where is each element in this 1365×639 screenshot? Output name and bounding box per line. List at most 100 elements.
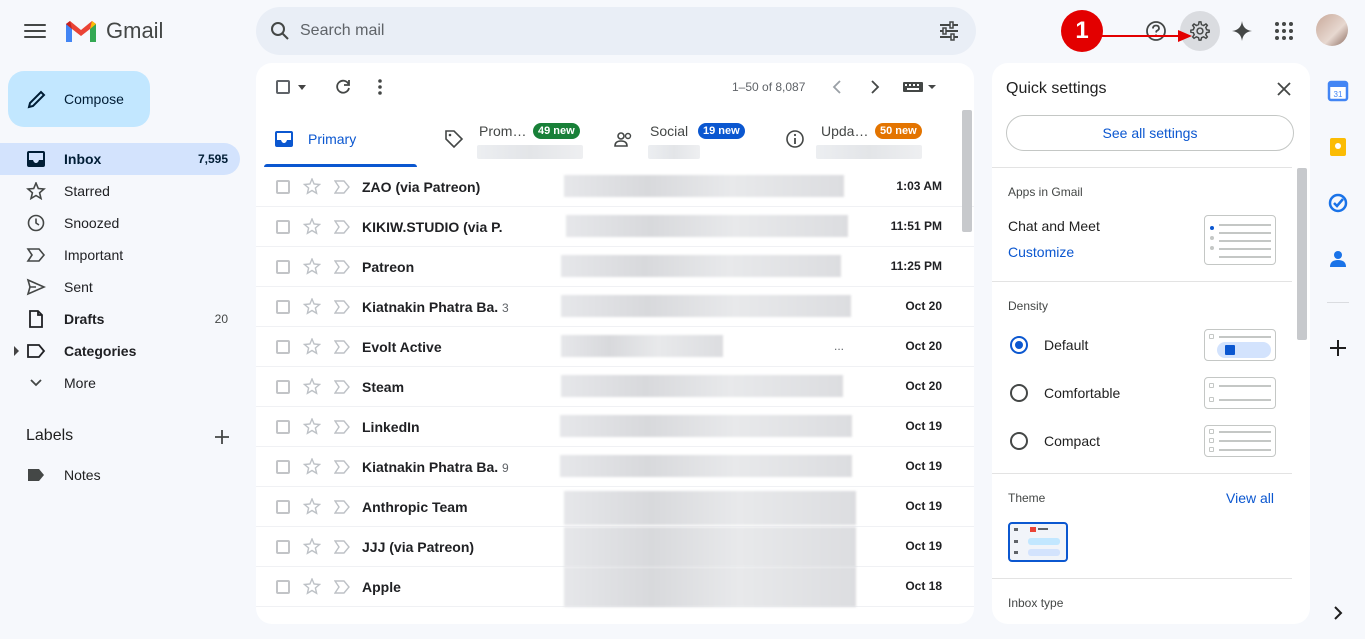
search-icon[interactable] <box>268 19 292 43</box>
sidebar-item-starred[interactable]: Starred <box>0 175 240 207</box>
row-checkbox[interactable] <box>276 340 290 354</box>
select-dropdown-icon[interactable] <box>298 85 306 90</box>
main-menu-icon[interactable] <box>24 20 46 42</box>
sidebar-item-more[interactable]: More <box>0 367 240 399</box>
row-checkbox[interactable] <box>276 420 290 434</box>
star-icon[interactable] <box>303 378 321 396</box>
add-addon-icon[interactable] <box>1327 337 1349 359</box>
email-sender: Apple <box>362 579 401 595</box>
sidebar-item-categories[interactable]: Categories <box>0 335 240 367</box>
star-icon[interactable] <box>303 418 321 436</box>
important-marker-icon[interactable] <box>334 180 350 194</box>
star-icon[interactable] <box>303 178 321 196</box>
keep-icon[interactable] <box>1327 136 1349 158</box>
email-row[interactable]: Kiatnakin Phatra Ba. 9 Oct 19 <box>256 447 974 487</box>
google-apps-button[interactable] <box>1264 11 1304 51</box>
row-checkbox[interactable] <box>276 580 290 594</box>
search-bar[interactable] <box>256 7 976 55</box>
star-icon[interactable] <box>303 458 321 476</box>
important-marker-icon[interactable] <box>334 380 350 394</box>
quick-settings-scrollbar[interactable] <box>1297 168 1307 340</box>
gear-icon <box>1190 21 1210 41</box>
density-comfortable-preview <box>1204 377 1276 409</box>
chevron-left-icon[interactable] <box>830 78 844 96</box>
keyboard-icon[interactable] <box>902 79 938 95</box>
label-item-notes[interactable]: Notes <box>0 459 240 491</box>
email-row[interactable]: JJJ (via Patreon) Oct 19 <box>256 527 974 567</box>
star-icon[interactable] <box>303 338 321 356</box>
important-marker-icon[interactable] <box>334 460 350 474</box>
row-checkbox[interactable] <box>276 300 290 314</box>
email-row[interactable]: Steam Oct 20 <box>256 367 974 407</box>
more-vert-icon[interactable] <box>376 77 384 97</box>
category-tabs: Primary Prom… 49 new Social 19 new Upda…… <box>256 111 974 167</box>
row-checkbox[interactable] <box>276 260 290 274</box>
avatar[interactable] <box>1316 14 1348 46</box>
email-row[interactable]: ZAO (via Patreon) 1:03 AM <box>256 167 974 207</box>
search-options-icon[interactable] <box>938 20 960 42</box>
important-marker-icon[interactable] <box>334 260 350 274</box>
gemini-button[interactable] <box>1222 11 1262 51</box>
contacts-icon[interactable] <box>1327 248 1349 270</box>
refresh-icon[interactable] <box>334 78 352 96</box>
new-count-badge: 49 new <box>533 123 580 139</box>
important-marker-icon[interactable] <box>334 500 350 514</box>
email-row[interactable]: Kiatnakin Phatra Ba. 3 Oct 20 <box>256 287 974 327</box>
sidebar-item-important[interactable]: Important <box>0 239 240 271</box>
density-compact-radio[interactable] <box>1010 432 1028 450</box>
star-icon[interactable] <box>303 218 321 236</box>
chevron-down-icon <box>30 379 42 387</box>
important-marker-icon[interactable] <box>334 540 350 554</box>
tab-primary[interactable]: Primary <box>256 111 426 167</box>
sidebar-item-inbox[interactable]: Inbox 7,595 <box>0 143 240 175</box>
tab-updates[interactable]: Upda… 50 new <box>776 111 956 167</box>
density-comfortable-radio[interactable] <box>1010 384 1028 402</box>
email-row[interactable]: Patreon 11:25 PM <box>256 247 974 287</box>
email-date: Oct 20 <box>905 299 942 313</box>
chevron-right-icon[interactable] <box>868 78 882 96</box>
row-checkbox[interactable] <box>276 540 290 554</box>
chevron-right-icon[interactable] <box>1327 602 1349 624</box>
tab-social[interactable]: Social 19 new <box>606 111 766 167</box>
row-checkbox[interactable] <box>276 500 290 514</box>
important-marker-icon[interactable] <box>334 220 350 234</box>
sidebar-item-snoozed[interactable]: Snoozed <box>0 207 240 239</box>
sidebar-item-sent[interactable]: Sent <box>0 271 240 303</box>
row-checkbox[interactable] <box>276 180 290 194</box>
email-row[interactable]: Apple Oct 18 <box>256 567 974 607</box>
see-all-settings-button[interactable]: See all settings <box>1006 115 1294 151</box>
important-marker-icon[interactable] <box>334 420 350 434</box>
row-checkbox[interactable] <box>276 220 290 234</box>
email-row[interactable]: KIKIW.STUDIO (via P. 11:51 PM <box>256 207 974 247</box>
star-icon[interactable] <box>303 578 321 596</box>
row-checkbox[interactable] <box>276 380 290 394</box>
search-input[interactable] <box>300 19 900 43</box>
important-marker-icon[interactable] <box>334 580 350 594</box>
important-marker-icon[interactable] <box>334 300 350 314</box>
email-row[interactable]: Anthropic Team Oct 19 <box>256 487 974 527</box>
customize-link[interactable]: Customize <box>1008 244 1074 260</box>
email-row[interactable]: LinkedIn Oct 19 <box>256 407 974 447</box>
close-icon[interactable] <box>1276 81 1292 97</box>
view-all-themes-link[interactable]: View all <box>1226 490 1274 506</box>
star-icon[interactable] <box>303 298 321 316</box>
compose-button[interactable]: Compose <box>8 71 150 127</box>
star-icon[interactable] <box>303 498 321 516</box>
email-row[interactable]: Evolt Active ... Oct 20 <box>256 327 974 367</box>
density-default-radio[interactable] <box>1010 336 1028 354</box>
select-all-checkbox[interactable] <box>276 80 290 94</box>
important-marker-icon[interactable] <box>334 340 350 354</box>
star-icon[interactable] <box>303 538 321 556</box>
sidebar-item-drafts[interactable]: Drafts 20 <box>0 303 240 335</box>
list-scrollbar[interactable] <box>962 110 972 232</box>
inbox-unread-count: 7,595 <box>197 152 228 166</box>
star-icon[interactable] <box>303 258 321 276</box>
row-checkbox[interactable] <box>276 460 290 474</box>
gmail-logo[interactable]: Gmail <box>64 18 163 44</box>
tasks-icon[interactable] <box>1327 192 1349 214</box>
add-label-icon[interactable] <box>212 427 232 447</box>
tab-promotions[interactable]: Prom… 49 new <box>436 111 596 167</box>
expand-caret-icon[interactable] <box>14 346 19 356</box>
theme-thumbnail[interactable] <box>1008 522 1068 562</box>
calendar-icon[interactable]: 31 <box>1327 80 1349 102</box>
